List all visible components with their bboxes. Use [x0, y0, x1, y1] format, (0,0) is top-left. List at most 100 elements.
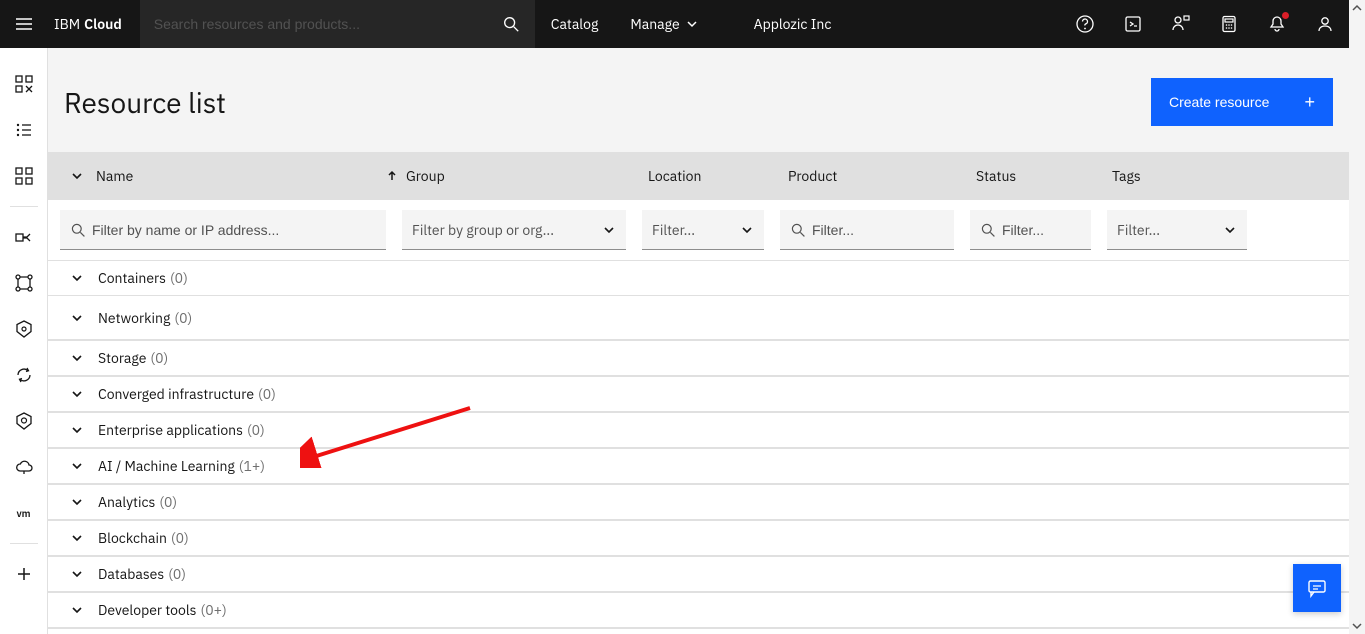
category-label: Developer tools: [98, 601, 197, 619]
brand-suffix: Cloud: [84, 15, 122, 33]
rail-add-icon[interactable]: [0, 554, 48, 594]
category-label: Blockchain: [98, 529, 167, 547]
chat-button[interactable]: [1293, 564, 1341, 612]
nav-manage[interactable]: Manage: [614, 0, 713, 48]
filter-location-placeholder: Filter...: [652, 221, 695, 239]
col-header-product[interactable]: Product: [788, 167, 976, 185]
rail-devops-icon[interactable]: [0, 217, 48, 257]
filter-name: [60, 210, 386, 250]
rail-schematics-icon[interactable]: [0, 263, 48, 303]
chevron-down-icon: [70, 423, 84, 437]
rail-security-icon[interactable]: [0, 401, 48, 441]
nav-catalog-label: Catalog: [551, 15, 599, 33]
iam-icon[interactable]: [1157, 0, 1205, 48]
filter-location-select[interactable]: Filter...: [642, 210, 764, 250]
rail-separator-2: [10, 543, 38, 544]
category-count: (1+): [239, 457, 265, 475]
category-networking[interactable]: Networking (0): [48, 296, 1349, 340]
category-blockchain[interactable]: Blockchain (0): [48, 520, 1349, 556]
chevron-down-icon[interactable]: [70, 169, 84, 183]
shell-icon[interactable]: [1109, 0, 1157, 48]
filter-product-input[interactable]: [812, 222, 993, 238]
category-count: (0): [171, 529, 189, 547]
category-label: Storage: [98, 349, 146, 367]
col-header-status-label: Status: [976, 167, 1016, 185]
filter-group-select[interactable]: Filter by group or org...: [402, 210, 626, 250]
left-rail: vm: [0, 48, 48, 634]
col-header-name[interactable]: Name: [96, 167, 406, 185]
rail-vmware-icon[interactable]: vm: [0, 493, 48, 533]
col-header-group[interactable]: Group: [406, 167, 648, 185]
global-search-input[interactable]: [140, 16, 487, 32]
header-actions: [1061, 0, 1349, 48]
help-icon[interactable]: [1061, 0, 1109, 48]
rail-kubernetes-icon[interactable]: [0, 309, 48, 349]
create-resource-label: Create resource: [1169, 94, 1269, 110]
rail-resourcelist-icon[interactable]: [0, 110, 48, 150]
chevron-down-icon: [740, 223, 754, 237]
category-databases[interactable]: Databases (0): [48, 556, 1349, 592]
nav-account[interactable]: Applozic Inc: [738, 0, 848, 48]
category-count: (0): [258, 385, 276, 403]
category-count: (0): [247, 421, 265, 439]
cost-estimator-icon[interactable]: [1205, 0, 1253, 48]
notifications-icon[interactable]: [1253, 0, 1301, 48]
rail-apps-icon[interactable]: [0, 156, 48, 196]
col-header-location[interactable]: Location: [648, 167, 788, 185]
filter-tags-placeholder: Filter...: [1117, 221, 1160, 239]
category-label: Enterprise applications: [98, 421, 243, 439]
filter-product: [780, 210, 954, 250]
category-containers[interactable]: Containers (0): [48, 260, 1349, 296]
nav-account-label: Applozic Inc: [754, 15, 832, 33]
rail-sync-icon[interactable]: [0, 355, 48, 395]
menu-icon[interactable]: [0, 0, 48, 48]
search-icon: [980, 222, 996, 238]
table-header: Name Group Location Product Status Tags: [48, 152, 1349, 200]
brand-home-link[interactable]: IBM Cloud: [48, 0, 140, 48]
chevron-down-icon: [70, 351, 84, 365]
category-developer-tools[interactable]: Developer tools (0+): [48, 592, 1349, 628]
browser-scrollbar[interactable]: [1349, 0, 1365, 634]
category-converged-infra[interactable]: Converged infrastructure (0): [48, 376, 1349, 412]
main-content: Resource list Create resource + Name Gro…: [48, 48, 1349, 634]
category-ai-ml[interactable]: AI / Machine Learning (1+): [48, 448, 1349, 484]
category-label: Converged infrastructure: [98, 385, 254, 403]
chevron-down-icon: [70, 387, 84, 401]
search-icon: [790, 222, 806, 238]
nav-catalog[interactable]: Catalog: [535, 0, 615, 48]
rail-dashboard-icon[interactable]: [0, 64, 48, 104]
category-list: Networking (0) Storage (0) Converged inf…: [48, 296, 1349, 634]
sort-asc-icon: [385, 169, 399, 183]
col-header-tags-label: Tags: [1112, 167, 1141, 185]
col-header-name-label: Name: [96, 167, 133, 185]
search-icon[interactable]: [487, 15, 535, 33]
col-header-tags[interactable]: Tags: [1112, 167, 1262, 185]
category-label: Networking: [98, 309, 170, 327]
category-storage[interactable]: Storage (0): [48, 340, 1349, 376]
category-count: (0): [168, 565, 186, 583]
filter-tags-select[interactable]: Filter...: [1107, 210, 1247, 250]
category-label: Containers: [98, 269, 166, 287]
category-enterprise-apps[interactable]: Enterprise applications (0): [48, 412, 1349, 448]
chevron-down-icon: [686, 18, 698, 30]
chevron-down-icon: [70, 271, 84, 285]
category-analytics[interactable]: Analytics (0): [48, 484, 1349, 520]
category-count: (0): [170, 269, 188, 287]
col-header-status[interactable]: Status: [976, 167, 1112, 185]
chevron-down-icon: [70, 311, 84, 325]
avatar-icon[interactable]: [1301, 0, 1349, 48]
col-header-group-label: Group: [406, 167, 445, 185]
category-count: (0): [159, 493, 177, 511]
category-count: (0): [150, 349, 168, 367]
col-header-product-label: Product: [788, 167, 837, 185]
filter-name-input[interactable]: [92, 222, 376, 238]
brand-prefix: IBM: [54, 15, 80, 33]
rail-cloud-icon[interactable]: [0, 447, 48, 487]
chevron-down-icon: [1223, 223, 1237, 237]
notification-dot-icon: [1282, 12, 1289, 19]
create-resource-button[interactable]: Create resource +: [1151, 78, 1333, 126]
global-header: IBM Cloud Catalog Manage Applozic Inc: [0, 0, 1349, 48]
filter-status: [970, 210, 1091, 250]
category-logging-monitoring[interactable]: Logging and monitoring (0): [48, 628, 1349, 634]
chevron-down-icon: [602, 223, 616, 237]
